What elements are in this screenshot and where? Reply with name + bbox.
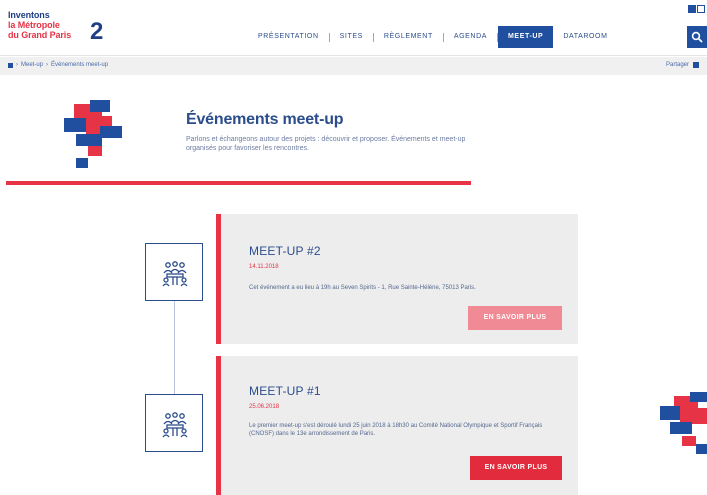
breadcrumb-separator: › (16, 62, 18, 68)
event-title: MEET-UP #1 (249, 384, 321, 398)
decorative-cubes-illustration (64, 100, 122, 168)
nav-item-presentation[interactable]: PRÉSENTATION (248, 26, 329, 48)
page-title: Événements meet-up (186, 111, 344, 128)
event-card: MEET-UP #1 25.06.2018 Le premier meet-up… (216, 356, 578, 495)
main-nav: PRÉSENTATION SITES RÈGLEMENT AGENDA MEET… (248, 26, 618, 48)
event-icon-box (145, 243, 203, 301)
breadcrumb: › Meet-up › Événements meet-up (8, 62, 108, 68)
event-title: MEET-UP #2 (249, 244, 321, 258)
nav-item-reglement[interactable]: RÈGLEMENT (374, 26, 443, 48)
breadcrumb-item-current: Événements meet-up (51, 62, 109, 68)
meeting-people-icon (162, 261, 188, 287)
decorative-cubes-illustration (660, 392, 707, 454)
nav-item-dataroom[interactable]: DATAROOM (553, 26, 617, 48)
timeline-line (174, 300, 175, 395)
read-more-button[interactable]: EN SAVOIR PLUS (470, 456, 562, 480)
share-label[interactable]: Partager (666, 62, 689, 68)
search-button[interactable] (687, 26, 707, 48)
share-control[interactable]: Partager (666, 62, 699, 68)
meeting-people-icon (162, 412, 188, 438)
event-description: Le premier meet-up s'est déroulé lundi 2… (249, 423, 543, 437)
nav-item-sites[interactable]: SITES (330, 26, 373, 48)
breadcrumb-separator: › (46, 62, 49, 68)
read-more-button[interactable]: EN SAVOIR PLUS (468, 306, 562, 330)
hero-divider (6, 181, 471, 185)
language-icon[interactable] (697, 5, 705, 13)
logo-number: 2 (90, 18, 104, 45)
site-header: Inventons la Métropole du Grand Paris 2 … (0, 0, 707, 56)
event-description: Cet événement a eu lieu à 19h au Seven S… (249, 285, 476, 291)
site-logo[interactable]: Inventons la Métropole du Grand Paris 2 (8, 10, 118, 50)
language-icon[interactable] (688, 5, 696, 13)
home-icon[interactable] (8, 62, 13, 68)
event-date: 25.06.2018 (249, 404, 280, 410)
language-switcher[interactable] (688, 5, 705, 13)
breadcrumb-item-meet-up[interactable]: Meet-up (21, 62, 43, 68)
page-intro: Parlons et échangeons autour des projets… (186, 136, 466, 152)
event-date: 14.11.2018 (249, 264, 279, 270)
search-icon (691, 31, 703, 43)
nav-item-agenda[interactable]: AGENDA (444, 26, 497, 48)
event-icon-box (145, 394, 203, 452)
share-icon[interactable] (693, 62, 699, 68)
breadcrumb-bar: › Meet-up › Événements meet-up Partager (0, 57, 707, 75)
nav-item-meet-up[interactable]: MEET-UP (498, 26, 554, 48)
event-card: MEET-UP #2 14.11.2018 Cet événement a eu… (216, 214, 578, 344)
